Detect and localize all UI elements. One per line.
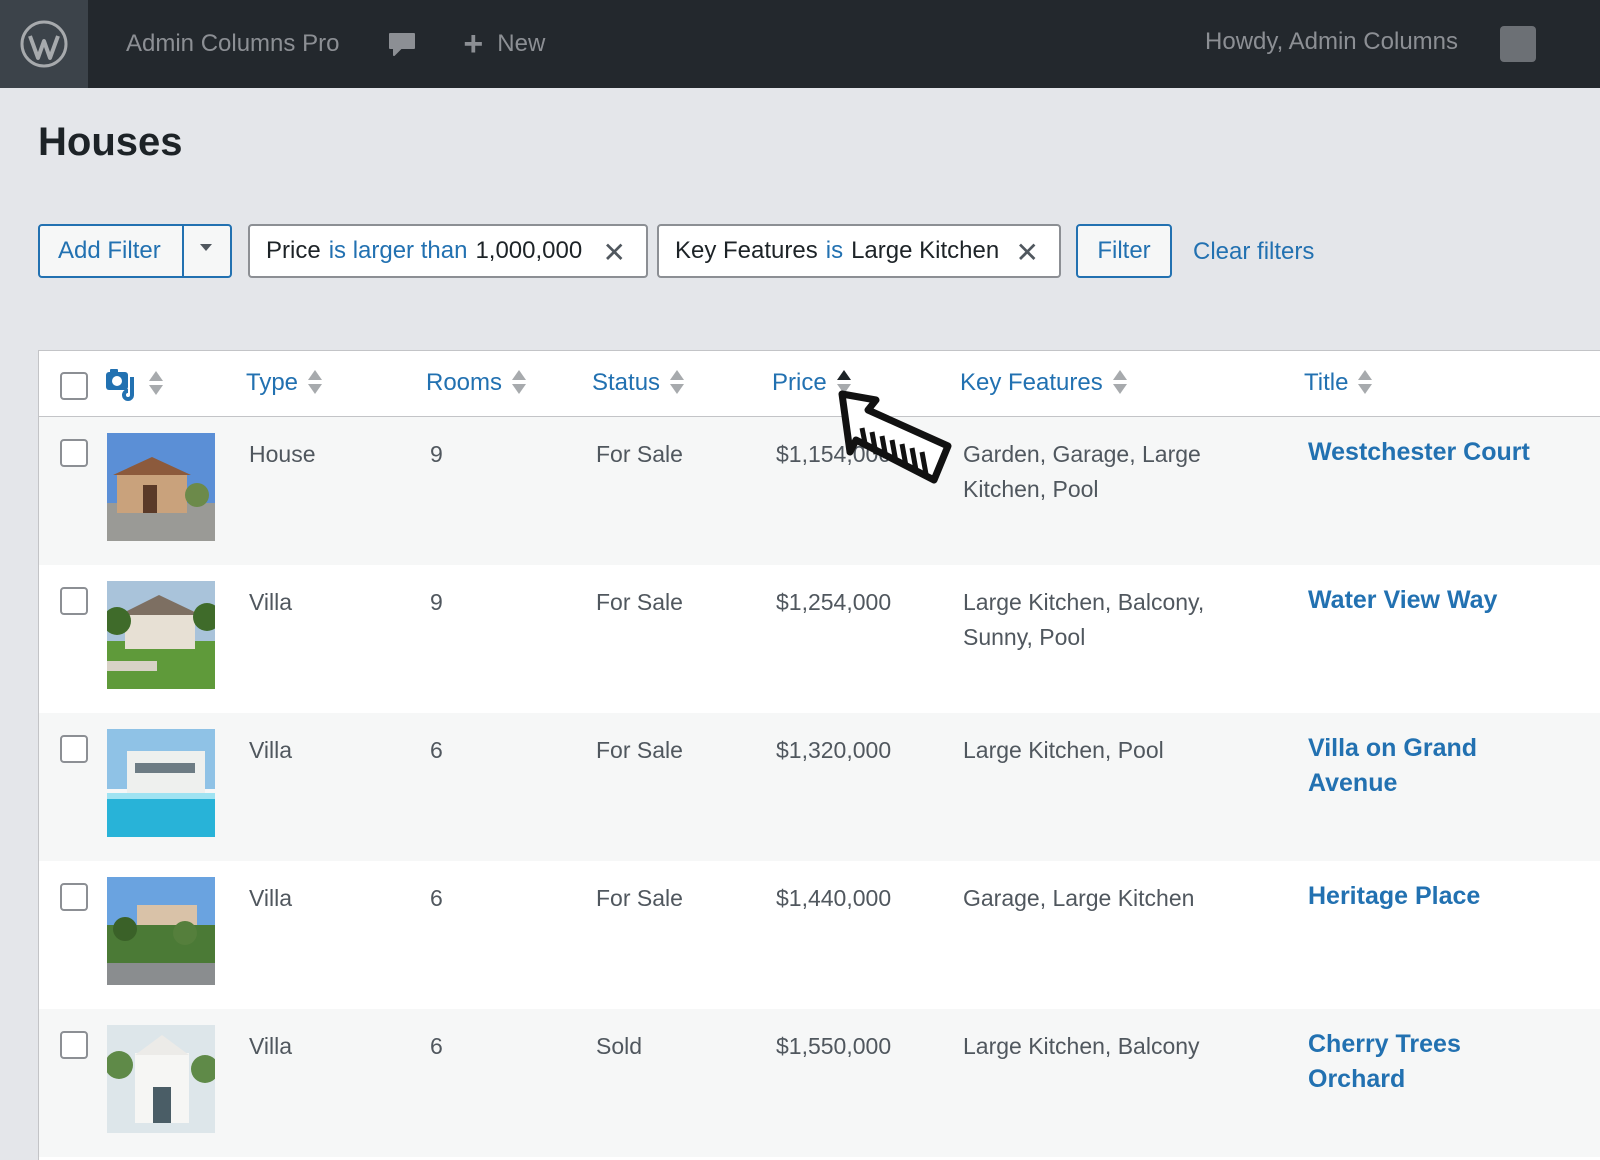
house-thumbnail[interactable] <box>107 433 215 541</box>
header-label: Status <box>592 369 661 396</box>
cursor-arrow-icon <box>838 390 952 484</box>
table-row: Villa 9 For Sale $1,254,000 Large Kitche… <box>39 565 1600 713</box>
close-icon[interactable]: ✕ <box>1016 236 1039 269</box>
house-thumbnail[interactable] <box>107 581 215 689</box>
table-row: Villa 6 For Sale $1,440,000 Garage, Larg… <box>39 861 1600 1009</box>
avatar[interactable] <box>1500 26 1536 62</box>
cell-rooms: 6 <box>430 737 443 763</box>
column-header-type[interactable]: Type <box>246 369 323 397</box>
cell-type: Villa <box>249 737 293 763</box>
sort-icon <box>308 369 323 397</box>
title-link[interactable]: Water View Way <box>1308 583 1548 618</box>
add-filter-button[interactable]: Add Filter <box>38 224 232 278</box>
comment-icon[interactable] <box>387 29 417 59</box>
cell-type: House <box>249 441 316 467</box>
filter-button[interactable]: Filter <box>1076 224 1172 278</box>
close-icon[interactable]: ✕ <box>603 236 626 269</box>
row-checkbox[interactable] <box>60 587 88 615</box>
table-row: Villa 6 Sold $1,550,000 Large Kitchen, B… <box>39 1009 1600 1157</box>
cell-status: For Sale <box>596 441 683 467</box>
title-link[interactable]: Westchester Court <box>1308 435 1548 470</box>
row-checkbox[interactable] <box>60 1031 88 1059</box>
filter-chip-key-features[interactable]: Key Features is Large Kitchen ✕ <box>657 224 1061 278</box>
sort-icon <box>1358 369 1373 397</box>
table-row: House 9 For Sale $1,154,000 Garden, Gara… <box>39 417 1600 565</box>
row-checkbox[interactable] <box>60 735 88 763</box>
title-link[interactable]: Villa on Grand Avenue <box>1308 731 1548 801</box>
header-label: Rooms <box>426 369 503 396</box>
chip-value: 1,000,000 <box>475 237 583 264</box>
select-all-checkbox[interactable] <box>60 372 88 400</box>
title-link[interactable]: Heritage Place <box>1308 879 1548 914</box>
house-thumbnail[interactable] <box>107 1025 215 1133</box>
sort-icon <box>1112 369 1127 397</box>
new-label: New <box>497 30 546 57</box>
cell-rooms: 9 <box>430 441 443 467</box>
cell-key-features: Large Kitchen, Pool <box>963 737 1164 763</box>
media-column-icon <box>106 369 134 401</box>
header-label: Title <box>1304 369 1349 396</box>
cell-status: For Sale <box>596 589 683 615</box>
howdy-user-menu[interactable]: Howdy, Admin Columns <box>1205 28 1458 56</box>
cell-key-features: Garage, Large Kitchen <box>963 885 1195 911</box>
house-thumbnail[interactable] <box>107 877 215 985</box>
site-name-link[interactable]: Admin Columns Pro <box>126 30 339 58</box>
column-header-key-features[interactable]: Key Features <box>960 369 1127 397</box>
header-label: Type <box>246 369 299 396</box>
cell-type: Villa <box>249 1033 293 1059</box>
chip-operator: is larger than <box>328 237 468 264</box>
new-content-menu[interactable]: + New <box>463 27 545 61</box>
cell-type: Villa <box>249 885 293 911</box>
row-checkbox[interactable] <box>60 883 88 911</box>
chip-field: Key Features <box>675 237 818 264</box>
table-row: Villa 6 For Sale $1,320,000 Large Kitche… <box>39 713 1600 861</box>
cell-status: For Sale <box>596 737 683 763</box>
chevron-down-icon[interactable] <box>200 244 212 251</box>
cell-rooms: 9 <box>430 589 443 615</box>
cell-rooms: 6 <box>430 885 443 911</box>
column-header-rooms[interactable]: Rooms <box>426 369 527 397</box>
house-thumbnail[interactable] <box>107 729 215 837</box>
sort-icon[interactable] <box>149 370 163 398</box>
plus-icon: + <box>463 25 484 63</box>
header-label: Price <box>772 369 827 396</box>
sort-icon <box>512 369 527 397</box>
cell-key-features: Large Kitchen, Balcony, Sunny, Pool <box>963 589 1205 650</box>
filter-chip-price[interactable]: Price is larger than 1,000,000 ✕ <box>248 224 648 278</box>
sort-icon <box>670 369 685 397</box>
page-title: Houses <box>38 120 183 164</box>
column-header-media[interactable] <box>105 367 163 401</box>
title-link[interactable]: Cherry Trees Orchard <box>1308 1027 1548 1097</box>
cell-key-features: Large Kitchen, Balcony <box>963 1033 1200 1059</box>
cell-price: $1,254,000 <box>776 589 892 615</box>
chip-value: Large Kitchen <box>851 237 1000 264</box>
column-header-status[interactable]: Status <box>592 369 685 397</box>
cell-price: $1,320,000 <box>776 737 892 763</box>
clear-filters-link[interactable]: Clear filters <box>1193 238 1314 266</box>
cell-price: $1,550,000 <box>776 1033 892 1059</box>
cell-status: Sold <box>596 1033 643 1059</box>
column-header-title[interactable]: Title <box>1304 369 1373 397</box>
add-filter-label: Add Filter <box>58 237 161 264</box>
cell-price: $1,440,000 <box>776 885 892 911</box>
chip-field: Price <box>266 237 321 264</box>
admin-bar: Admin Columns Pro + New Howdy, Admin Col… <box>0 0 1600 88</box>
wordpress-logo-icon[interactable] <box>0 0 88 88</box>
houses-table: Type Rooms Status Price Key Features Tit… <box>38 350 1600 1160</box>
table-header: Type Rooms Status Price Key Features Tit… <box>39 351 1600 417</box>
chip-operator: is <box>825 237 844 264</box>
cell-status: For Sale <box>596 885 683 911</box>
header-label: Key Features <box>960 369 1103 396</box>
cell-type: Villa <box>249 589 293 615</box>
row-checkbox[interactable] <box>60 439 88 467</box>
button-divider <box>182 226 184 276</box>
cell-key-features: Garden, Garage, Large Kitchen, Pool <box>963 441 1201 502</box>
cell-rooms: 6 <box>430 1033 443 1059</box>
